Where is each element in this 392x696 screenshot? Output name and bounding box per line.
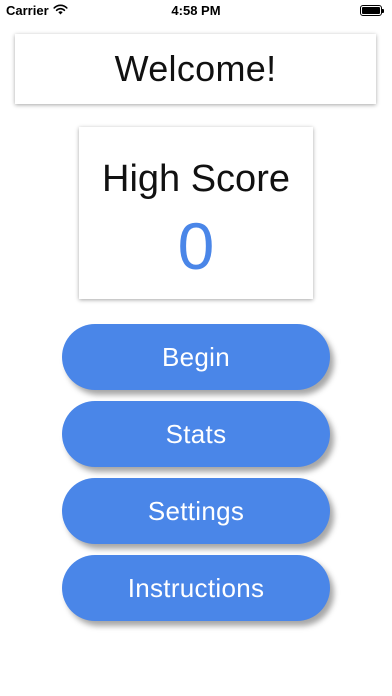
stats-button[interactable]: Stats <box>62 401 330 467</box>
welcome-banner: Welcome! <box>15 34 376 104</box>
begin-button[interactable]: Begin <box>62 324 330 390</box>
high-score-title: High Score <box>102 158 290 200</box>
instructions-button[interactable]: Instructions <box>62 555 330 621</box>
high-score-value: 0 <box>177 209 215 283</box>
status-bar: Carrier 4:58 PM <box>0 0 392 22</box>
high-score-card: High Score 0 <box>79 127 313 299</box>
status-time: 4:58 PM <box>171 3 221 18</box>
settings-button[interactable]: Settings <box>62 478 330 544</box>
welcome-text: Welcome! <box>114 48 277 89</box>
battery-icon <box>360 5 384 16</box>
